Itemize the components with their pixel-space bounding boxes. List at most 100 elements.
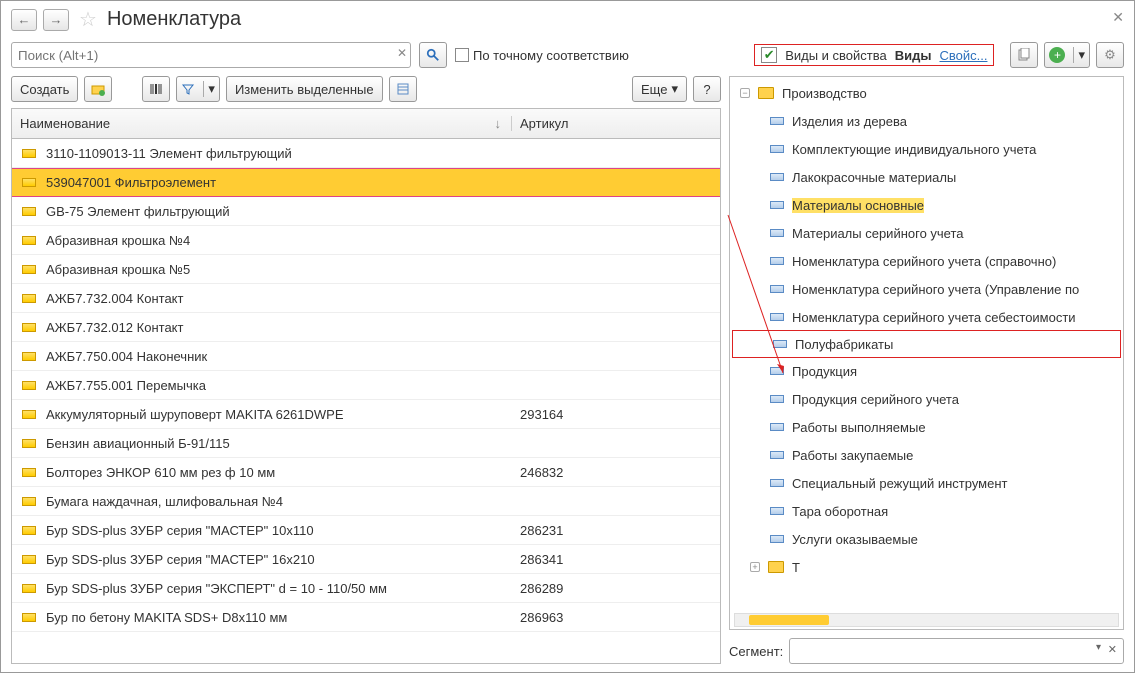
col-header-sku[interactable]: Артикул [512,116,720,131]
leaf-icon [770,367,784,375]
views-panel-label: Виды и свойства [785,48,887,63]
item-icon [22,555,36,564]
segment-select[interactable]: ▾✕ [789,638,1124,664]
leaf-icon [770,313,784,321]
leaf-icon [770,479,784,487]
item-icon [22,381,36,390]
tree-root[interactable]: − Производство [730,79,1123,107]
add-button[interactable]: +▾ [1044,42,1090,68]
settings-button[interactable]: ⚙ [1096,42,1124,68]
folder-icon [758,87,774,99]
item-icon [22,497,36,506]
barcode-button[interactable] [142,76,170,102]
favorite-star-icon[interactable]: ☆ [79,7,97,32]
item-icon [22,207,36,216]
table-row[interactable]: Бур SDS-plus ЗУБР серия "МАСТЕР" 16x2102… [12,545,720,574]
leaf-icon [770,423,784,431]
category-tree: − Производство Изделия из дереваКомплект… [729,76,1124,630]
leaf-icon [770,257,784,265]
views-toggle-checkbox[interactable]: ✔ [761,47,777,63]
item-icon [22,178,36,187]
item-icon [22,352,36,361]
item-icon [22,526,36,535]
leaf-icon [770,117,784,125]
table-row[interactable]: Абразивная крошка №5 [12,255,720,284]
create-button[interactable]: Создать [11,76,78,102]
item-icon [22,613,36,622]
exact-match-checkbox[interactable]: По точному соответствию [455,48,629,63]
segment-label: Сегмент: [729,644,783,659]
close-icon[interactable]: ✕ [1112,9,1124,26]
tree-item[interactable]: Специальный режущий инструмент [730,469,1123,497]
leaf-icon [773,340,787,348]
tree-item[interactable]: Продукция [730,357,1123,385]
leaf-icon [770,507,784,515]
tree-item[interactable]: Полуфабрикаты [732,330,1121,358]
page-title: Номенклатура [107,8,241,31]
search-button[interactable] [419,42,447,68]
tree-item[interactable]: Комплектующие индивидуального учета [730,135,1123,163]
table-row[interactable]: 3110-1109013-11 Элемент фильтрующий [12,139,720,168]
leaf-icon [770,173,784,181]
item-icon [22,236,36,245]
item-icon [22,149,36,158]
search-input[interactable] [11,42,411,68]
table-row[interactable]: Болторез ЭНКОР 610 мм рез ф 10 мм246832 [12,458,720,487]
table-row[interactable]: Бензин авиационный Б-91/115 [12,429,720,458]
table-row[interactable]: 539047001 Фильтроэлемент [12,168,720,197]
list-mode-button[interactable] [389,76,417,102]
tree-item[interactable]: Номенклатура серийного учета (справочно) [730,247,1123,275]
leaf-icon [770,395,784,403]
item-icon [22,323,36,332]
item-icon [22,410,36,419]
leaf-icon [770,535,784,543]
tree-item[interactable]: Материалы основные [730,191,1123,219]
tree-item[interactable]: Тара оборотная [730,497,1123,525]
leaf-icon [770,451,784,459]
nomenclature-grid: Наименование↓ Артикул 3110-1109013-11 Эл… [11,108,721,664]
tree-item[interactable]: Материалы серийного учета [730,219,1123,247]
table-row[interactable]: АЖБ7.732.012 Контакт [12,313,720,342]
leaf-icon [770,285,784,293]
item-icon [22,294,36,303]
table-row[interactable]: АЖБ7.755.001 Перемычка [12,371,720,400]
tree-item[interactable]: Лакокрасочные материалы [730,163,1123,191]
table-row[interactable]: Бур SDS-plus ЗУБР серия "МАСТЕР" 10x1102… [12,516,720,545]
table-row[interactable]: Абразивная крошка №4 [12,226,720,255]
tree-item[interactable]: Услуги оказываемые [730,525,1123,553]
table-row[interactable]: Бур по бетону MAKITA SDS+ D8x110 мм28696… [12,603,720,632]
tree-item[interactable]: Номенклатура серийного учета (Управление… [730,275,1123,303]
leaf-icon [770,201,784,209]
leaf-icon [770,229,784,237]
table-row[interactable]: Бумага наждачная, шлифовальная №4 [12,487,720,516]
tree-item[interactable]: Продукция серийного учета [730,385,1123,413]
views-tab-vidy[interactable]: Виды [895,48,932,63]
table-row[interactable]: Аккумуляторный шуруповерт MAKITA 6261DWP… [12,400,720,429]
tree-item[interactable]: Работы выполняемые [730,413,1123,441]
tree-item-extra[interactable]: + Т [730,553,1123,581]
tree-item[interactable]: Номенклатура серийного учета себестоимос… [730,303,1123,331]
filter-button[interactable]: ▾ [176,76,220,102]
table-row[interactable]: GB-75 Элемент фильтрующий [12,197,720,226]
col-header-name[interactable]: Наименование↓ [12,116,512,131]
table-row[interactable]: АЖБ7.732.004 Контакт [12,284,720,313]
table-row[interactable]: Бур SDS-plus ЗУБР серия "ЭКСПЕРТ" d = 10… [12,574,720,603]
item-icon [22,439,36,448]
nav-forward-button[interactable]: → [43,9,69,31]
help-button[interactable]: ? [693,76,721,102]
more-button[interactable]: Еще ▾ [632,76,687,102]
item-icon [22,265,36,274]
table-row[interactable]: АЖБ7.750.004 Наконечник [12,342,720,371]
leaf-icon [770,145,784,153]
folder-button[interactable] [84,76,112,102]
tree-item[interactable]: Работы закупаемые [730,441,1123,469]
item-icon [22,468,36,477]
item-icon [22,584,36,593]
search-clear-icon[interactable]: ✕ [397,46,407,60]
views-tab-svoistva[interactable]: Свойс... [939,48,987,63]
tree-item[interactable]: Изделия из дерева [730,107,1123,135]
edit-selected-button[interactable]: Изменить выделенные [226,76,383,102]
nav-back-button[interactable]: ← [11,9,37,31]
copy-button[interactable] [1010,42,1038,68]
tree-scrollbar[interactable] [734,613,1119,627]
